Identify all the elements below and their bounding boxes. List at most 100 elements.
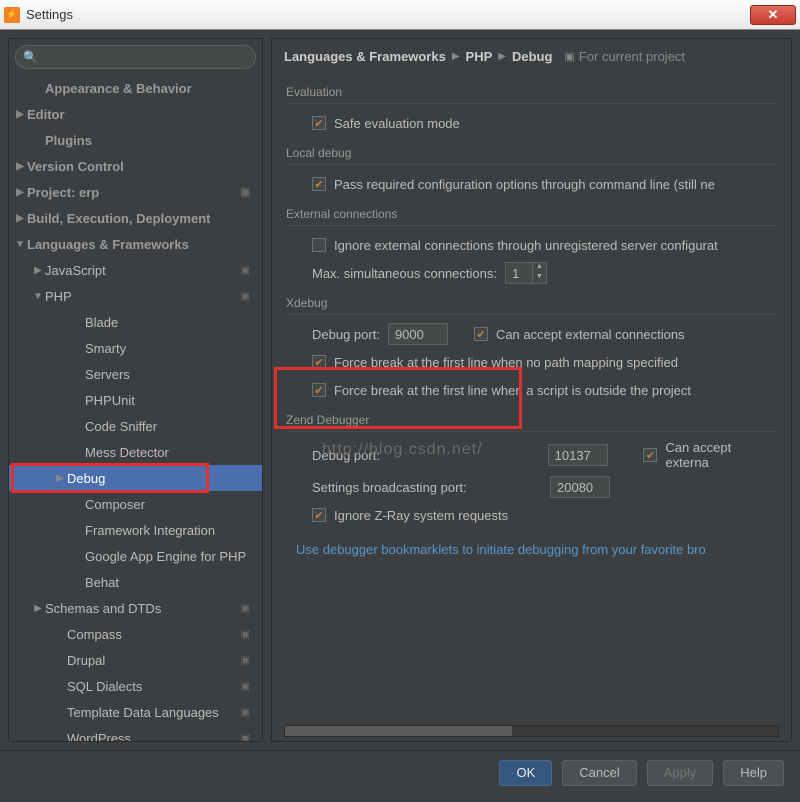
help-button[interactable]: Help bbox=[723, 760, 784, 786]
chevron-right-icon: ▶ bbox=[13, 213, 27, 224]
tree-item-debug[interactable]: ▶Debug bbox=[9, 465, 262, 491]
safe-eval-checkbox[interactable] bbox=[312, 116, 326, 130]
tree-item-label: Plugins bbox=[45, 133, 92, 148]
breadcrumb-l2[interactable]: PHP bbox=[466, 49, 493, 64]
tree-item-label: Schemas and DTDs bbox=[45, 601, 161, 616]
tree-item-plugins[interactable]: ▶Plugins bbox=[9, 127, 262, 153]
tree-item-compass[interactable]: ▶Compass▣ bbox=[9, 621, 262, 647]
xdebug-accept-label: Can accept external connections bbox=[496, 327, 685, 342]
search-icon: 🔍 bbox=[23, 50, 38, 64]
chevron-down-icon: ▼ bbox=[31, 291, 45, 302]
titlebar: ⚡ Settings ✕ bbox=[0, 0, 800, 30]
tree-item-label: PHPUnit bbox=[85, 393, 135, 408]
tree-item-editor[interactable]: ▶Editor bbox=[9, 101, 262, 127]
tree-item-project-erp[interactable]: ▶Project: erp▣ bbox=[9, 179, 262, 205]
bookmarklets-link[interactable]: Use debugger bookmarklets to initiate de… bbox=[296, 542, 706, 557]
tree-item-languages-frameworks[interactable]: ▼Languages & Frameworks bbox=[9, 231, 262, 257]
force-break-outside-checkbox[interactable] bbox=[312, 383, 326, 397]
tree-item-build-execution-deployment[interactable]: ▶Build, Execution, Deployment bbox=[9, 205, 262, 231]
chevron-right-icon: ▶ bbox=[13, 187, 27, 198]
tree-item-smarty[interactable]: ▶Smarty bbox=[9, 335, 262, 361]
project-override-icon: ▣ bbox=[241, 707, 250, 718]
tree-item-label: Compass bbox=[67, 627, 122, 642]
tree-item-code-sniffer[interactable]: ▶Code Sniffer bbox=[9, 413, 262, 439]
project-override-icon: ▣ bbox=[241, 187, 250, 198]
spinner-up-icon[interactable]: ▲ bbox=[533, 263, 546, 273]
main-panel: Languages & Frameworks ▶ PHP ▶ Debug ▣ F… bbox=[271, 38, 792, 742]
tree-item-label: Languages & Frameworks bbox=[27, 237, 189, 252]
zend-broadcast-input[interactable] bbox=[550, 476, 610, 498]
tree-item-mess-detector[interactable]: ▶Mess Detector bbox=[9, 439, 262, 465]
section-local-debug: Local debug Pass required configuration … bbox=[286, 146, 777, 195]
breadcrumb-l1[interactable]: Languages & Frameworks bbox=[284, 49, 446, 64]
tree-item-label: JavaScript bbox=[45, 263, 106, 278]
pass-config-checkbox[interactable] bbox=[312, 177, 326, 191]
tree-item-template-data-languages[interactable]: ▶Template Data Languages▣ bbox=[9, 699, 262, 725]
tree-item-label: SQL Dialects bbox=[67, 679, 142, 694]
xdebug-port-input[interactable] bbox=[388, 323, 448, 345]
tree-item-label: Composer bbox=[85, 497, 145, 512]
chevron-right-icon: ▶ bbox=[31, 265, 45, 276]
zend-port-input[interactable] bbox=[548, 444, 608, 466]
tree-item-sql-dialects[interactable]: ▶SQL Dialects▣ bbox=[9, 673, 262, 699]
zend-broadcast-label: Settings broadcasting port: bbox=[312, 480, 542, 495]
project-scope-icon: ▣ bbox=[564, 50, 574, 63]
chevron-right-icon: ▶ bbox=[13, 161, 27, 172]
project-override-icon: ▣ bbox=[241, 681, 250, 692]
spinner-down-icon[interactable]: ▼ bbox=[533, 273, 546, 283]
tree-item-behat[interactable]: ▶Behat bbox=[9, 569, 262, 595]
tree-item-label: WordPress bbox=[67, 731, 131, 742]
xdebug-accept-checkbox[interactable] bbox=[474, 327, 488, 341]
section-title: External connections bbox=[286, 207, 777, 226]
xdebug-port-label: Debug port: bbox=[312, 327, 380, 342]
tree-item-label: Code Sniffer bbox=[85, 419, 157, 434]
safe-eval-label: Safe evaluation mode bbox=[334, 116, 460, 131]
scrollbar-thumb[interactable] bbox=[285, 726, 512, 736]
sidebar: 🔍 ▶Appearance & Behavior▶Editor▶Plugins▶… bbox=[8, 38, 263, 742]
tree-item-label: Build, Execution, Deployment bbox=[27, 211, 210, 226]
section-title: Xdebug bbox=[286, 296, 777, 315]
tree-item-schemas-and-dtds[interactable]: ▶Schemas and DTDs▣ bbox=[9, 595, 262, 621]
tree-item-blade[interactable]: ▶Blade bbox=[9, 309, 262, 335]
cancel-button[interactable]: Cancel bbox=[562, 760, 636, 786]
section-zend: Zend Debugger Debug port: Can accept ext… bbox=[286, 413, 777, 560]
apply-button[interactable]: Apply bbox=[647, 760, 714, 786]
tree-item-label: Drupal bbox=[67, 653, 105, 668]
tree-item-composer[interactable]: ▶Composer bbox=[9, 491, 262, 517]
horizontal-scrollbar[interactable] bbox=[284, 725, 779, 737]
breadcrumb: Languages & Frameworks ▶ PHP ▶ Debug ▣ F… bbox=[272, 39, 791, 73]
zend-accept-checkbox[interactable] bbox=[643, 448, 657, 462]
breadcrumb-l3: Debug bbox=[512, 49, 552, 64]
tree-item-wordpress[interactable]: ▶WordPress▣ bbox=[9, 725, 262, 741]
force-break-nomap-checkbox[interactable] bbox=[312, 355, 326, 369]
tree-item-label: Editor bbox=[27, 107, 65, 122]
project-override-icon: ▣ bbox=[241, 629, 250, 640]
max-connections-spinner[interactable]: ▲▼ bbox=[505, 262, 547, 284]
chevron-right-icon: ▶ bbox=[31, 603, 45, 614]
tree-item-appearance-behavior[interactable]: ▶Appearance & Behavior bbox=[9, 75, 262, 101]
tree-item-version-control[interactable]: ▶Version Control bbox=[9, 153, 262, 179]
tree-item-label: Behat bbox=[85, 575, 119, 590]
close-button[interactable]: ✕ bbox=[750, 5, 796, 25]
ok-button[interactable]: OK bbox=[499, 760, 552, 786]
section-evaluation: Evaluation Safe evaluation mode bbox=[286, 85, 777, 134]
tree-item-label: Appearance & Behavior bbox=[45, 81, 192, 96]
tree-item-framework-integration[interactable]: ▶Framework Integration bbox=[9, 517, 262, 543]
ignore-external-checkbox[interactable] bbox=[312, 238, 326, 252]
section-title: Local debug bbox=[286, 146, 777, 165]
project-override-icon: ▣ bbox=[241, 291, 250, 302]
app-icon: ⚡ bbox=[4, 7, 20, 23]
tree-item-servers[interactable]: ▶Servers bbox=[9, 361, 262, 387]
zend-port-label: Debug port: bbox=[312, 448, 540, 463]
max-connections-input[interactable] bbox=[505, 262, 533, 284]
ignore-zray-checkbox[interactable] bbox=[312, 508, 326, 522]
project-override-icon: ▣ bbox=[241, 733, 250, 742]
tree-item-label: Version Control bbox=[27, 159, 124, 174]
tree-item-php[interactable]: ▼PHP▣ bbox=[9, 283, 262, 309]
search-input[interactable] bbox=[15, 45, 256, 69]
chevron-right-icon: ▶ bbox=[452, 51, 460, 62]
tree-item-drupal[interactable]: ▶Drupal▣ bbox=[9, 647, 262, 673]
tree-item-phpunit[interactable]: ▶PHPUnit bbox=[9, 387, 262, 413]
tree-item-javascript[interactable]: ▶JavaScript▣ bbox=[9, 257, 262, 283]
tree-item-google-app-engine-for-php[interactable]: ▶Google App Engine for PHP bbox=[9, 543, 262, 569]
